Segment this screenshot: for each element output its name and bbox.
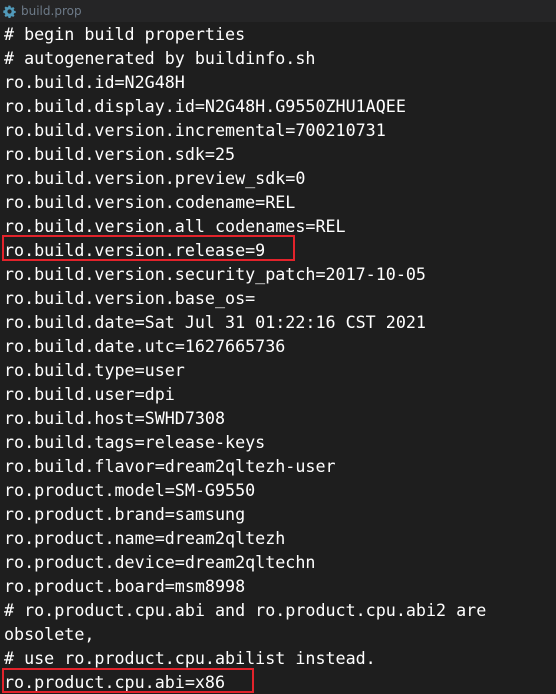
highlight-box-cpu-abi [2,668,254,693]
highlight-box-release [2,235,295,261]
tab-label: build.prop [21,4,82,18]
code-line: # ro.product.cpu.abi and ro.product.cpu.… [4,600,487,620]
code-line: ro.build.version.preview_sdk=0 [4,168,306,188]
code-line: ro.build.version.sdk=25 [4,144,236,164]
code-line: # use ro.product.cpu.abilist instead. [4,648,376,668]
code-line: ro.build.display.id=N2G48H.G9550ZHU1AQEE [4,96,406,116]
code-line: ro.build.version.security_patch=2017-10-… [4,264,426,284]
code-line: ro.product.model=SM-G9550 [4,480,256,500]
code-line: # autogenerated by buildinfo.sh [4,48,316,68]
code-line: ro.build.version.incremental=700210731 [4,120,386,140]
code-line: # begin build properties [4,24,246,44]
code-line: ro.build.tags=release-keys [4,432,266,452]
code-line: ro.build.host=SWHD7308 [4,408,226,428]
code-line: ro.build.id=N2G48H [4,72,185,92]
code-line: ro.build.version.base_os= [4,288,256,308]
code-line: ro.build.version.codename=REL [4,192,296,212]
code-line: ro.build.user=dpi [4,384,175,404]
code-line: ro.product.board=msm8998 [4,576,246,596]
tab-bar: build.prop [0,0,556,22]
code-line: ro.product.brand=samsung [4,504,246,524]
code-line: obsolete, [4,624,95,644]
code-line: ro.product.name=dream2qltezh [4,528,286,548]
code-line: ro.build.type=user [4,360,185,380]
code-line: ro.build.flavor=dream2qltezh-user [4,456,336,476]
code-line: ro.product.device=dream2qltechn [4,552,316,572]
tab-build-prop[interactable]: build.prop [0,0,86,22]
code-line: ro.build.date.utc=1627665736 [4,336,286,356]
code-editor[interactable]: # begin build properties # autogenerated … [0,22,556,694]
gear-icon [3,4,16,18]
code-line: ro.build.date=Sat Jul 31 01:22:16 CST 20… [4,312,426,332]
